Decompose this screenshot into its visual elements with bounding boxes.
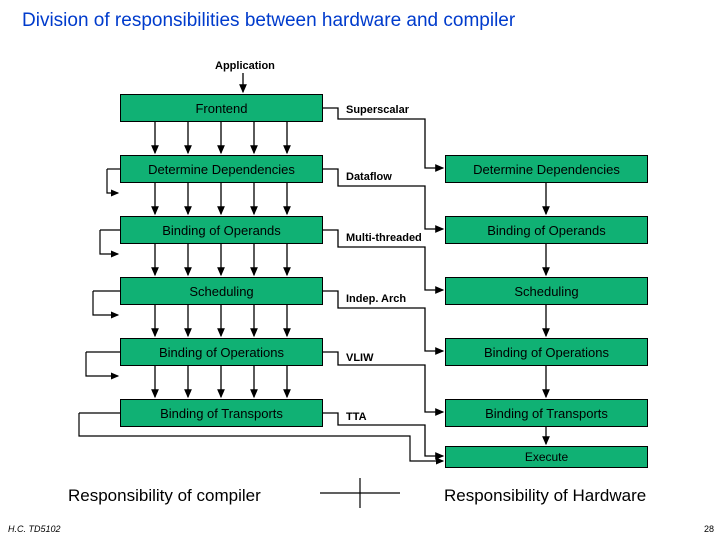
box-left-operations: Binding of Operations — [120, 338, 323, 366]
box-frontend: Frontend — [120, 94, 323, 122]
box-right-operations: Binding of Operations — [445, 338, 648, 366]
arch-vliw: VLIW — [346, 352, 374, 364]
footer-hardware: Responsibility of Hardware — [444, 486, 646, 506]
page-number: 28 — [704, 524, 714, 534]
arch-dataflow: Dataflow — [346, 171, 392, 183]
box-execute: Execute — [445, 446, 648, 468]
box-right-deps: Determine Dependencies — [445, 155, 648, 183]
box-left-transports: Binding of Transports — [120, 399, 323, 427]
credit: H.C. TD5102 — [8, 524, 61, 534]
box-left-scheduling: Scheduling — [120, 277, 323, 305]
box-left-deps: Determine Dependencies — [120, 155, 323, 183]
box-right-transports: Binding of Transports — [445, 399, 648, 427]
arch-superscalar: Superscalar — [346, 104, 409, 116]
arch-indep: Indep. Arch — [346, 293, 406, 305]
box-right-operands: Binding of Operands — [445, 216, 648, 244]
application-label: Application — [215, 60, 275, 72]
box-right-scheduling: Scheduling — [445, 277, 648, 305]
arch-multithreaded: Multi-threaded — [346, 232, 422, 244]
footer-compiler: Responsibility of compiler — [68, 486, 261, 506]
box-left-operands: Binding of Operands — [120, 216, 323, 244]
page-title: Division of responsibilities between har… — [22, 10, 515, 32]
arch-tta: TTA — [346, 411, 367, 423]
